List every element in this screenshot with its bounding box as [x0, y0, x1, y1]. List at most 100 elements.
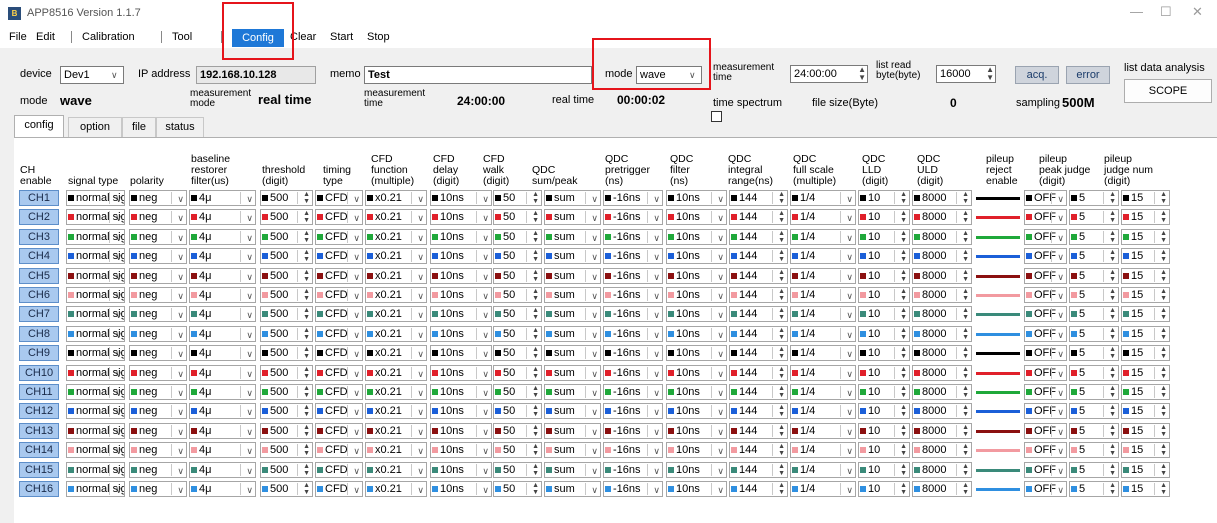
cfd-delay-select[interactable]: 10ns ∨ — [430, 345, 492, 361]
cfd-function-select[interactable]: x0.21 ∨ — [365, 326, 427, 342]
chevron-down-icon[interactable]: ∨ — [717, 328, 724, 341]
qdc-lld-spinner[interactable]: 10 ▲ ▼ — [858, 248, 910, 264]
chevron-down-icon[interactable]: ∨ — [653, 405, 660, 418]
cfd-walk-spinner[interactable]: 50 ▲ ▼ — [493, 365, 542, 381]
chevron-down-icon[interactable]: ∨ — [482, 211, 489, 224]
spin-arrows-icon[interactable]: ▲ ▼ — [986, 66, 994, 82]
chevron-down-icon[interactable]: ∨ — [591, 270, 598, 283]
pileup-reject-select[interactable]: OFF ∨ — [1024, 326, 1067, 342]
baseline-select[interactable]: 4μ ∨ — [189, 248, 256, 264]
threshold-spinner[interactable]: 500 ▲ ▼ — [260, 326, 313, 342]
chevron-down-icon[interactable]: ∨ — [653, 270, 660, 283]
spin-arrows-icon[interactable]: ▲ ▼ — [900, 404, 907, 418]
qdc-filter-select[interactable]: 10ns ∨ — [666, 481, 727, 497]
chevron-down-icon[interactable]: ∨ — [591, 308, 598, 321]
spin-arrows-icon[interactable]: ▲ ▼ — [1160, 191, 1167, 205]
chevron-down-icon[interactable]: ∨ — [591, 425, 598, 438]
chevron-down-icon[interactable]: ∨ — [846, 328, 853, 341]
spin-arrows-icon[interactable]: ▲ ▼ — [303, 191, 310, 205]
pileup-peak-spinner[interactable]: 5 ▲ ▼ — [1069, 190, 1119, 206]
chevron-down-icon[interactable]: ∨ — [482, 444, 489, 457]
qdc-integral-spinner[interactable]: 144 ▲ ▼ — [729, 248, 788, 264]
chevron-down-icon[interactable]: ∨ — [177, 289, 184, 302]
pileup-reject-select[interactable]: OFF ∨ — [1024, 190, 1067, 206]
chevron-down-icon[interactable]: ∨ — [846, 289, 853, 302]
spin-arrows-icon[interactable]: ▲ ▼ — [778, 424, 785, 438]
cfd-walk-spinner[interactable]: 50 ▲ ▼ — [493, 306, 542, 322]
baseline-select[interactable]: 4μ ∨ — [189, 287, 256, 303]
spin-arrows-icon[interactable]: ▲ ▼ — [1160, 346, 1167, 360]
qdc-uld-spinner[interactable]: 8000 ▲ ▼ — [912, 423, 972, 439]
threshold-spinner[interactable]: 500 ▲ ▼ — [260, 268, 313, 284]
channel-enable-ch2[interactable]: CH2 — [19, 209, 59, 225]
qdc-uld-spinner[interactable]: 8000 ▲ ▼ — [912, 306, 972, 322]
qdc-lld-spinner[interactable]: 10 ▲ ▼ — [858, 442, 910, 458]
qdc-uld-spinner[interactable]: 8000 ▲ ▼ — [912, 287, 972, 303]
spin-arrows-icon[interactable]: ▲ ▼ — [303, 307, 310, 321]
chevron-down-icon[interactable]: ∨ — [1057, 308, 1064, 321]
spin-arrows-icon[interactable]: ▲ ▼ — [1160, 210, 1167, 224]
chevron-down-icon[interactable]: ∨ — [246, 405, 253, 418]
channel-enable-ch4[interactable]: CH4 — [19, 248, 59, 264]
cfd-walk-spinner[interactable]: 50 ▲ ▼ — [493, 481, 542, 497]
pileup-reject-select[interactable]: OFF ∨ — [1024, 268, 1067, 284]
qdc-pretrigger-select[interactable]: -16ns ∨ — [603, 442, 663, 458]
cfd-walk-spinner[interactable]: 50 ▲ ▼ — [493, 229, 542, 245]
signal-type-select[interactable]: normal sig ∨ — [66, 345, 125, 361]
signal-type-select[interactable]: normal sig ∨ — [66, 229, 125, 245]
spin-arrows-icon[interactable]: ▲ ▼ — [532, 327, 539, 341]
qdc-integral-spinner[interactable]: 144 ▲ ▼ — [729, 365, 788, 381]
chevron-down-icon[interactable]: ∨ — [246, 483, 253, 496]
spin-arrows-icon[interactable]: ▲ ▼ — [303, 269, 310, 283]
menu-tool[interactable]: Tool — [172, 31, 192, 43]
pileup-num-spinner[interactable]: 15 ▲ ▼ — [1121, 423, 1170, 439]
chevron-down-icon[interactable]: ∨ — [591, 464, 598, 477]
chevron-down-icon[interactable]: ∨ — [1057, 250, 1064, 263]
pileup-peak-spinner[interactable]: 5 ▲ ▼ — [1069, 326, 1119, 342]
polarity-select[interactable]: neg ∨ — [129, 365, 187, 381]
qdc-uld-spinner[interactable]: 8000 ▲ ▼ — [912, 248, 972, 264]
qdc-lld-spinner[interactable]: 10 ▲ ▼ — [858, 268, 910, 284]
cfd-walk-spinner[interactable]: 50 ▲ ▼ — [493, 423, 542, 439]
qdc-pretrigger-select[interactable]: -16ns ∨ — [603, 287, 663, 303]
pileup-num-spinner[interactable]: 15 ▲ ▼ — [1121, 268, 1170, 284]
qdc-lld-spinner[interactable]: 10 ▲ ▼ — [858, 365, 910, 381]
qdc-lld-spinner[interactable]: 10 ▲ ▼ — [858, 481, 910, 497]
signal-type-select[interactable]: normal sig ∨ — [66, 423, 125, 439]
chevron-down-icon[interactable]: ∨ — [417, 231, 424, 244]
chevron-down-icon[interactable]: ∨ — [1057, 386, 1064, 399]
qdc-pretrigger-select[interactable]: -16ns ∨ — [603, 209, 663, 225]
spin-arrows-icon[interactable]: ▲ ▼ — [532, 288, 539, 302]
spin-arrows-icon[interactable]: ▲ ▼ — [778, 482, 785, 496]
chevron-down-icon[interactable]: ∨ — [246, 289, 253, 302]
qdc-integral-spinner[interactable]: 144 ▲ ▼ — [729, 326, 788, 342]
qdc-pretrigger-select[interactable]: -16ns ∨ — [603, 190, 663, 206]
cfd-walk-spinner[interactable]: 50 ▲ ▼ — [493, 462, 542, 478]
pileup-reject-select[interactable]: OFF ∨ — [1024, 384, 1067, 400]
signal-type-select[interactable]: normal sig ∨ — [66, 326, 125, 342]
cfd-function-select[interactable]: x0.21 ∨ — [365, 248, 427, 264]
chevron-down-icon[interactable]: ∨ — [482, 386, 489, 399]
qdc-filter-select[interactable]: 10ns ∨ — [666, 209, 727, 225]
cfd-delay-select[interactable]: 10ns ∨ — [430, 365, 492, 381]
chevron-down-icon[interactable]: ∨ — [115, 289, 122, 302]
chevron-down-icon[interactable]: ∨ — [591, 483, 598, 496]
spin-arrows-icon[interactable]: ▲ ▼ — [900, 269, 907, 283]
cfd-walk-spinner[interactable]: 50 ▲ ▼ — [493, 442, 542, 458]
chevron-down-icon[interactable]: ∨ — [653, 464, 660, 477]
threshold-spinner[interactable]: 500 ▲ ▼ — [260, 442, 313, 458]
threshold-spinner[interactable]: 500 ▲ ▼ — [260, 229, 313, 245]
threshold-spinner[interactable]: 500 ▲ ▼ — [260, 423, 313, 439]
qdc-filter-select[interactable]: 10ns ∨ — [666, 229, 727, 245]
chevron-down-icon[interactable]: ∨ — [653, 425, 660, 438]
chevron-down-icon[interactable]: ∨ — [177, 270, 184, 283]
chevron-down-icon[interactable]: ∨ — [177, 464, 184, 477]
timing-select[interactable]: CFD ∨ — [315, 384, 363, 400]
chevron-down-icon[interactable]: ∨ — [417, 464, 424, 477]
menu-calibration[interactable]: Calibration — [82, 31, 135, 43]
chevron-down-icon[interactable]: ∨ — [246, 308, 253, 321]
channel-enable-ch6[interactable]: CH6 — [19, 287, 59, 303]
timing-select[interactable]: CFD ∨ — [315, 209, 363, 225]
pileup-num-spinner[interactable]: 15 ▲ ▼ — [1121, 462, 1170, 478]
spin-arrows-icon[interactable]: ▲ ▼ — [900, 327, 907, 341]
